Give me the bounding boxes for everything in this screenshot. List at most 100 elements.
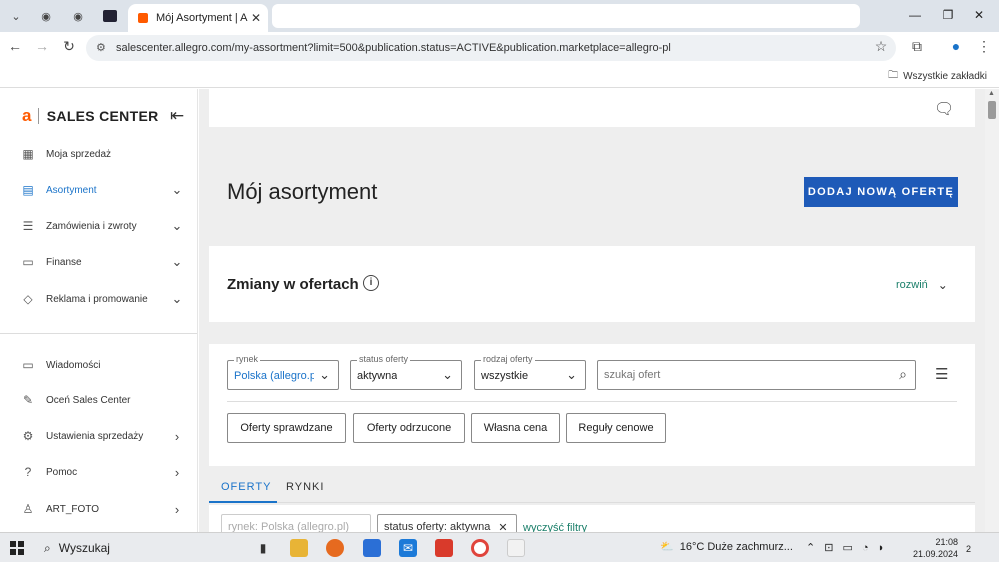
windows-start-icon[interactable] — [10, 541, 24, 555]
sidebar-item-label: Oceń Sales Center — [46, 394, 131, 406]
market-select[interactable]: rynek Polska (allegro.pl) ⌄ — [227, 354, 339, 390]
globe-icon[interactable]: ◉ — [68, 6, 88, 26]
search-box[interactable]: ⌕ — [597, 360, 916, 390]
edit-icon: ✎ — [22, 393, 34, 407]
sidebar-item-rate[interactable]: ✎ Oceń Sales Center — [0, 385, 197, 415]
brand-divider — [37, 108, 39, 124]
expand-button[interactable]: rozwiń ⌄ — [896, 278, 948, 292]
scrollbar[interactable]: ▲ — [985, 89, 999, 532]
clock[interactable]: 21:08 21.09.2024 — [912, 536, 958, 560]
taskbar-search[interactable]: ⌕ Wyszukaj — [36, 535, 236, 561]
active-tab[interactable]: Mój Asortyment | Allegro ✕ — [128, 4, 268, 32]
app-icon[interactable] — [507, 539, 525, 557]
chevron-right-icon[interactable]: › — [167, 502, 187, 517]
sidebar-item-ads[interactable]: ◇ Reklama i promowanie ⌄ — [0, 284, 197, 314]
address-bar[interactable]: ⚙ salescenter.allegro.com/my-assortment?… — [86, 35, 896, 61]
top-bar — [209, 89, 975, 127]
app-icon[interactable] — [103, 10, 117, 22]
sidebar-item-help[interactable]: ? Pomoc › — [0, 457, 197, 487]
price-rules-button[interactable]: Reguły cenowe — [566, 413, 666, 443]
globe-icon[interactable]: ◉ — [36, 6, 56, 26]
minimize-icon[interactable]: — — [900, 8, 930, 22]
own-price-button[interactable]: Własna cena — [471, 413, 560, 443]
extensions-icon[interactable]: ⧉ — [908, 38, 926, 55]
scroll-thumb[interactable] — [988, 101, 996, 119]
chat-icon[interactable]: 🗨 — [934, 99, 954, 119]
back-icon[interactable]: ← — [6, 38, 24, 54]
sidebar-item-my-sales[interactable]: ▦ Moja sprzedaż — [0, 139, 197, 169]
help-icon: ? — [24, 465, 32, 479]
filter-chip[interactable]: rynek: Polska (allegro.pl) — [221, 514, 371, 532]
close-window-icon[interactable]: ✕ — [964, 8, 994, 22]
sidebar-item-label: Wiadomości — [46, 359, 101, 371]
browser-toolbar: ← → ↻ ⚙ salescenter.allegro.com/my-assor… — [0, 32, 999, 62]
chevron-right-icon[interactable]: › — [167, 465, 187, 480]
weather-text: 16°C Duże zachmurz... — [679, 540, 793, 553]
status-select[interactable]: status oferty aktywna ⌄ — [350, 354, 462, 390]
sidebar-item-settings[interactable]: ⚙ Ustawienia sprzedaży › — [0, 421, 197, 451]
scroll-up-icon[interactable]: ▲ — [988, 90, 995, 97]
close-icon[interactable]: ✕ — [498, 521, 507, 532]
rejected-offers-button[interactable]: Oferty odrzucone — [353, 413, 465, 443]
offer-type-select[interactable]: rodzaj oferty wszystkie ⌄ — [474, 354, 586, 390]
chrome-icon[interactable] — [471, 539, 489, 557]
info-icon[interactable]: i — [363, 275, 379, 291]
restore-icon[interactable]: ❐ — [933, 8, 963, 22]
sidebar-item-account[interactable]: ♙ ART_FOTO › — [0, 494, 197, 524]
profile-icon[interactable]: ● — [947, 38, 965, 54]
add-offer-button[interactable]: DODAJ NOWĄ OFERTĘ — [804, 177, 958, 207]
brand-a: a — [22, 106, 32, 125]
close-icon[interactable]: ✕ — [248, 11, 264, 25]
new-tab-area[interactable] — [272, 4, 860, 28]
chevron-down-icon[interactable]: ⌄ — [167, 182, 187, 198]
chevron-down-icon: ⌄ — [319, 367, 330, 382]
filter-chip[interactable]: status oferty: aktywna ✕ — [377, 514, 517, 532]
taskbar-search-label: Wyszukaj — [58, 541, 110, 555]
search-icon[interactable]: ⌕ — [899, 366, 907, 383]
site-settings-icon[interactable]: ⚙ — [96, 41, 106, 54]
reload-icon[interactable]: ↻ — [60, 38, 78, 55]
sidebar-item-label: Zamówienia i zwroty — [46, 220, 137, 232]
filter-icon[interactable]: ☰ — [935, 365, 948, 383]
chevron-down-icon: ⌄ — [442, 367, 453, 382]
sidebar-item-messages[interactable]: ▭ Wiadomości — [0, 350, 197, 380]
chevron-down-icon: ⌄ — [937, 278, 948, 292]
store-icon[interactable] — [363, 539, 381, 557]
sidebar-item-finance[interactable]: ▭ Finanse ⌄ — [0, 247, 197, 277]
search-input[interactable] — [604, 369, 884, 381]
changes-title: Zmiany w ofertach — [227, 276, 359, 293]
mail-icon[interactable]: ✉ — [399, 539, 417, 557]
system-tray[interactable]: ⌃ ⊡ ▭ ◔ ◗ — [806, 541, 887, 554]
clock-date: 21.09.2024 — [912, 549, 958, 559]
chevron-down-icon[interactable]: ⌄ — [167, 254, 187, 270]
search-icon: ⌕ — [44, 540, 51, 555]
tab-markets[interactable]: RYNKI — [286, 481, 324, 493]
weather-widget[interactable]: ⛅ 16°C Duże zachmurz... — [660, 540, 793, 554]
collapse-sidebar-icon[interactable]: ⇤ — [170, 106, 184, 126]
sidebar-item-orders[interactable]: ☰ Zamówienia i zwroty ⌄ — [0, 211, 197, 241]
task-view-icon[interactable]: ▮ — [254, 539, 272, 557]
expand-label: rozwiń — [896, 279, 928, 291]
sidebar-item-assortment[interactable]: ▤ Asortyment ⌄ — [0, 175, 197, 205]
star-icon[interactable]: ☆ — [872, 38, 890, 55]
notification-icon[interactable]: 2 — [966, 541, 971, 555]
chevron-down-icon[interactable]: ⌄ — [167, 218, 187, 234]
gift-icon[interactable] — [435, 539, 453, 557]
chevron-right-icon[interactable]: › — [167, 429, 187, 444]
sidebar-item-label: Moja sprzedaż — [46, 148, 112, 160]
firefox-icon[interactable] — [326, 539, 344, 557]
page-title: Mój asortyment — [227, 179, 378, 204]
menu-icon[interactable]: ⋮ — [975, 38, 993, 55]
clear-filters-link[interactable]: wyczyść filtry — [523, 522, 587, 532]
active-tab-indicator — [209, 501, 277, 503]
all-bookmarks[interactable]: 🗀 Wszystkie zakładki — [888, 68, 987, 85]
tab-offers[interactable]: OFERTY — [221, 481, 271, 493]
checked-offers-button[interactable]: Oferty sprawdzane — [227, 413, 346, 443]
chevron-down-icon[interactable]: ⌄ — [167, 291, 187, 307]
forward-icon[interactable]: → — [33, 38, 51, 54]
catalog-icon: ▤ — [22, 183, 34, 197]
brand-logo[interactable]: a SALES CENTER — [22, 106, 159, 126]
file-explorer-icon[interactable] — [290, 539, 308, 557]
tab-list-chevron-icon[interactable]: ⌄ — [6, 6, 26, 26]
orders-icon: ☰ — [22, 219, 34, 233]
